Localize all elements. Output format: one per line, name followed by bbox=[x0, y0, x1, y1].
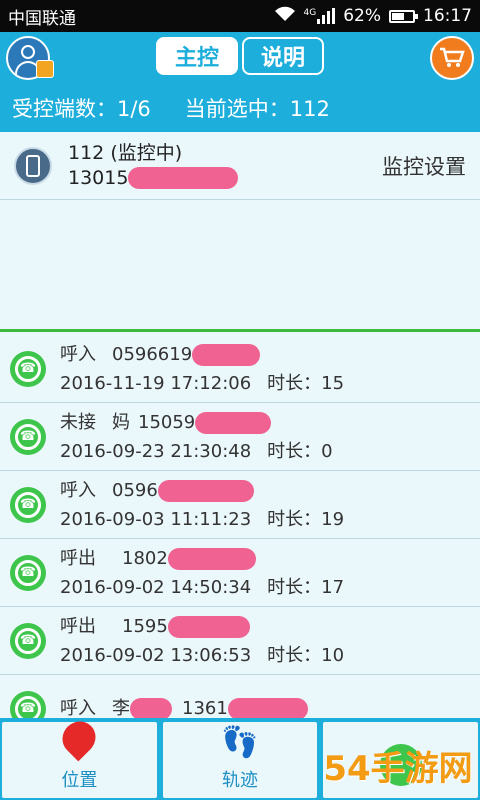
footprints-icon: 👣 bbox=[221, 725, 259, 760]
call-details: 未接妈 15059 2016-09-23 21:30:48 时长：0 bbox=[60, 408, 349, 466]
redaction-mark bbox=[167, 615, 250, 638]
redaction-mark bbox=[195, 411, 272, 434]
redaction-mark bbox=[192, 343, 261, 366]
carrier-name: 中国联通 bbox=[8, 8, 76, 29]
app-header: 主控 说明 bbox=[0, 32, 480, 84]
nav-track-button[interactable]: 👣 轨迹 bbox=[160, 720, 320, 800]
network-type: 4G bbox=[303, 8, 317, 18]
call-contact: 李 bbox=[112, 698, 130, 719]
monitor-settings-button[interactable]: 监控设置 bbox=[382, 151, 466, 181]
redaction-mark bbox=[157, 479, 254, 502]
call-datetime: 2016-09-02 13:06:53 bbox=[60, 644, 252, 666]
call-datetime: 2016-11-19 17:12:06 bbox=[60, 372, 252, 394]
nav-location-button[interactable]: 位置 bbox=[0, 714, 159, 800]
device-row[interactable]: 112 (监控中) 13015 监控设置 bbox=[0, 132, 480, 200]
call-icon: ☎ bbox=[10, 350, 46, 387]
call-contact: 妈 bbox=[112, 411, 130, 433]
watermark-logo: 54手游网 bbox=[323, 748, 473, 789]
nav-location-label: 位置 bbox=[61, 770, 98, 791]
controlled-value: 1/6 bbox=[117, 97, 151, 121]
call-type: 呼出 bbox=[60, 615, 96, 637]
call-details: 呼入 0596 2016-09-03 11:11:23 时长：19 bbox=[60, 476, 360, 534]
call-number: 0596 bbox=[112, 479, 158, 501]
status-icons: 4G 62% 16:17 bbox=[274, 6, 472, 27]
call-duration: 10 bbox=[321, 644, 345, 666]
duration-label: 时长： bbox=[267, 644, 322, 666]
call-type: 呼入 bbox=[60, 698, 96, 719]
call-details: 呼入李 1361 bbox=[60, 694, 324, 720]
call-duration: 17 bbox=[321, 576, 345, 598]
call-type: 呼出 bbox=[60, 547, 96, 569]
selected-label: 当前选中： bbox=[184, 97, 290, 121]
call-type: 呼入 bbox=[60, 479, 96, 501]
location-pin-icon bbox=[55, 714, 103, 762]
call-icon: ☎ bbox=[10, 486, 46, 523]
call-duration: 15 bbox=[321, 372, 345, 394]
call-number: 15059 bbox=[138, 411, 196, 433]
tab-instructions[interactable]: 说明 bbox=[242, 37, 324, 75]
duration-label: 时长： bbox=[267, 440, 322, 462]
device-number-prefix: 13015 bbox=[68, 166, 129, 189]
redaction-mark bbox=[130, 698, 172, 720]
call-number: 0596619 bbox=[112, 343, 193, 365]
battery-icon bbox=[389, 9, 418, 23]
clock: 16:17 bbox=[423, 6, 472, 26]
call-icon: ☎ bbox=[10, 622, 46, 659]
signal-icon: 4G bbox=[304, 8, 336, 24]
redaction-mark bbox=[227, 698, 308, 720]
duration-label: 时长： bbox=[267, 508, 322, 530]
call-log-item[interactable]: ☎ 呼入李 1361 bbox=[0, 675, 480, 720]
call-log-item[interactable]: ☎ 呼出 1595 2016-09-02 13:06:53 时长：10 bbox=[0, 607, 480, 675]
wifi-icon bbox=[274, 6, 296, 27]
phone-icon bbox=[14, 146, 52, 185]
selected-device: 当前选中：112 bbox=[185, 93, 330, 123]
call-number: 1595 bbox=[122, 615, 168, 637]
status-bar: 中国联通 4G 62% 16:17 bbox=[0, 0, 480, 32]
call-log-item[interactable]: ☎ 呼入 0596619 2016-11-19 17:12:06 时长：15 bbox=[0, 335, 480, 403]
duration-label: 时长： bbox=[267, 576, 322, 598]
call-icon: ☎ bbox=[10, 690, 46, 720]
device-state: (监控中) bbox=[110, 141, 183, 164]
badge-icon bbox=[36, 60, 54, 78]
call-details: 呼出 1802 2016-09-02 14:50:34 时长：17 bbox=[60, 544, 360, 602]
call-log-list: ☎ 呼入 0596619 2016-11-19 17:12:06 时长：15 ☎ 未… bbox=[0, 335, 480, 720]
call-type: 呼入 bbox=[60, 343, 96, 365]
call-icon: ☎ bbox=[10, 554, 46, 591]
nav-track-label: 轨迹 bbox=[222, 770, 258, 791]
tab-main-control[interactable]: 主控 bbox=[156, 37, 238, 75]
battery-level bbox=[392, 12, 405, 20]
call-datetime: 2016-09-23 21:30:48 bbox=[60, 440, 252, 462]
call-type: 未接 bbox=[60, 411, 96, 433]
call-number: 1802 bbox=[122, 547, 168, 569]
device-info: 112 (监控中) 13015 bbox=[68, 141, 382, 191]
redaction-mark bbox=[167, 547, 256, 570]
tab-bar: 主控 说明 bbox=[156, 37, 324, 75]
call-icon: ☎ bbox=[10, 418, 46, 455]
call-details: 呼入 0596619 2016-11-19 17:12:06 时长：15 bbox=[60, 340, 360, 398]
call-duration: 0 bbox=[321, 440, 333, 462]
battery-percent: 62% bbox=[343, 6, 381, 26]
device-name: 112 bbox=[68, 141, 105, 164]
call-log-item[interactable]: ☎ 未接妈 15059 2016-09-23 21:30:48 时长：0 bbox=[0, 403, 480, 471]
controlled-label: 受控端数： bbox=[12, 97, 117, 121]
call-details: 呼出 1595 2016-09-02 13:06:53 时长：10 bbox=[60, 612, 360, 670]
device-title: 112 (监控中) bbox=[68, 141, 382, 166]
selected-value: 112 bbox=[289, 97, 330, 121]
call-log-item[interactable]: ☎ 呼入 0596 2016-09-03 11:11:23 时长：19 bbox=[0, 471, 480, 539]
device-panel: 112 (监控中) 13015 监控设置 bbox=[0, 132, 480, 332]
duration-label: 时长： bbox=[267, 372, 322, 394]
call-datetime: 2016-09-03 11:11:23 bbox=[60, 508, 252, 530]
count-bar: 受控端数：1/6 当前选中：112 bbox=[0, 84, 480, 132]
redaction-mark bbox=[128, 167, 239, 189]
call-number: 1361 bbox=[182, 698, 228, 719]
cart-icon[interactable] bbox=[430, 36, 474, 80]
call-datetime: 2016-09-02 14:50:34 bbox=[60, 576, 252, 598]
avatar-head-shape bbox=[21, 45, 35, 59]
call-duration: 19 bbox=[321, 508, 345, 530]
call-log-item[interactable]: ☎ 呼出 1802 2016-09-02 14:50:34 时长：17 bbox=[0, 539, 480, 607]
device-number: 13015 bbox=[68, 166, 382, 191]
controlled-count: 受控端数：1/6 bbox=[12, 93, 151, 123]
